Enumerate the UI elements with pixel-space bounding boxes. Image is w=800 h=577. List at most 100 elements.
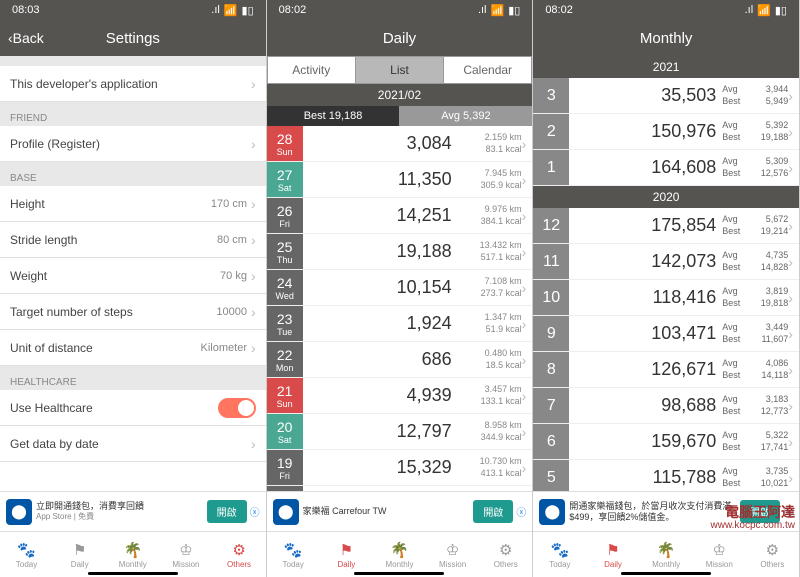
page-title: Daily xyxy=(383,30,416,47)
monthly-row[interactable]: 335,503Avg3,944Best5,949› xyxy=(533,78,799,114)
month-cell: 8 xyxy=(533,352,569,387)
ad-icon: ⬤ xyxy=(6,499,32,525)
step-total: 126,671 xyxy=(569,359,722,380)
monthly-row[interactable]: 10118,416Avg3,819Best19,818› xyxy=(533,280,799,316)
monthly-row[interactable]: 5115,788Avg3,735Best10,021› xyxy=(533,460,799,491)
monthly-row[interactable]: 1164,608Avg5,309Best12,576› xyxy=(533,150,799,186)
tab-monthly[interactable]: 🌴Monthly xyxy=(373,532,426,577)
ad-banner[interactable]: ⬤立即開通錢包，消費享回饋App Store | 免費開啟ⓧ xyxy=(0,491,266,531)
tab-today[interactable]: 🐾Today xyxy=(533,532,586,577)
tab-daily[interactable]: ⚑Daily xyxy=(586,532,639,577)
chevron-icon: › xyxy=(522,172,527,188)
date-cell: 28Sun xyxy=(267,126,303,161)
month-cell: 10 xyxy=(533,280,569,315)
step-total: 164,608 xyxy=(569,157,722,178)
stride-row[interactable]: Stride length80 cm› xyxy=(0,222,266,258)
status-bar: 08:02.ıl📶▮▯ xyxy=(267,0,533,20)
seg-calendar[interactable]: Calendar xyxy=(444,57,531,83)
month-cell: 12 xyxy=(533,208,569,243)
daily-row[interactable]: 24Wed10,1547.108 km273.7 kcal› xyxy=(267,270,533,306)
tab-others[interactable]: ⚙Others xyxy=(479,532,532,577)
page-title: Monthly xyxy=(640,30,693,47)
target-row[interactable]: Target number of steps10000› xyxy=(0,294,266,330)
daily-row[interactable]: 26Fri14,2519.976 km384.1 kcal› xyxy=(267,198,533,234)
tab-daily[interactable]: ⚑Daily xyxy=(53,532,106,577)
height-row[interactable]: Height170 cm› xyxy=(0,186,266,222)
date-cell: 27Sat xyxy=(267,162,303,197)
monthly-row[interactable]: 9103,471Avg3,449Best11,607› xyxy=(533,316,799,352)
date-cell: 21Sun xyxy=(267,378,303,413)
profile-row[interactable]: Profile (Register)› xyxy=(0,126,266,162)
chevron-icon: › xyxy=(788,254,793,270)
ad-open-button[interactable]: 開啟 xyxy=(473,500,513,523)
chevron-icon: › xyxy=(522,244,527,260)
distance-cal: 8.958 km344.9 kcal xyxy=(460,420,522,443)
step-total: 35,503 xyxy=(569,85,722,106)
date-cell: 19Fri xyxy=(267,450,303,485)
daily-row[interactable]: 28Sun3,0842.159 km83.1 kcal› xyxy=(267,126,533,162)
healthcare-toggle[interactable] xyxy=(218,398,256,418)
chevron-icon: › xyxy=(522,280,527,296)
step-count: 12,797 xyxy=(303,421,460,442)
monthly-row[interactable]: 2150,976Avg5,392Best19,188› xyxy=(533,114,799,150)
tab-others[interactable]: ⚙Others xyxy=(213,532,266,577)
tab-today[interactable]: 🐾Today xyxy=(267,532,320,577)
monthly-row[interactable]: 6159,670Avg5,322Best17,741› xyxy=(533,424,799,460)
tab-bar: 🐾Today ⚑Daily 🌴Monthly ♔Mission ⚙Others xyxy=(0,531,266,577)
step-count: 11,350 xyxy=(303,169,460,190)
unit-row[interactable]: Unit of distanceKilometer› xyxy=(0,330,266,366)
seg-list[interactable]: List xyxy=(356,57,444,83)
monthly-pane: 08:02.ıl📶▮▯ Monthly 2021 335,503Avg3,944… xyxy=(533,0,800,577)
monthly-row[interactable]: 12175,854Avg5,672Best19,214› xyxy=(533,208,799,244)
avg-best: Avg3,183Best12,773 xyxy=(722,394,788,417)
ad-open-button[interactable]: 開啟 xyxy=(207,500,247,523)
daily-row[interactable]: 21Sun4,9393.457 km133.1 kcal› xyxy=(267,378,533,414)
avg-best: Avg5,309Best12,576 xyxy=(722,156,788,179)
step-total: 150,976 xyxy=(569,121,722,142)
chevron-icon: › xyxy=(522,352,527,368)
distance-cal: 7.108 km273.7 kcal xyxy=(460,276,522,299)
tab-daily[interactable]: ⚑Daily xyxy=(320,532,373,577)
year-2020: 2020 xyxy=(533,186,799,208)
ad-banner[interactable]: ⬤家樂福 Carrefour TW開啟ⓧ xyxy=(267,491,533,531)
monthly-row[interactable]: 798,688Avg3,183Best12,773› xyxy=(533,388,799,424)
tab-bar: 🐾Today ⚑Daily 🌴Monthly ♔Mission ⚙Others xyxy=(533,531,799,577)
tab-today[interactable]: 🐾Today xyxy=(0,532,53,577)
monthly-row[interactable]: 8126,671Avg4,086Best14,118› xyxy=(533,352,799,388)
daily-row[interactable]: 27Sat11,3507.945 km305.9 kcal› xyxy=(267,162,533,198)
chevron-icon: › xyxy=(788,160,793,176)
ad-close-icon[interactable]: ⓧ xyxy=(516,504,526,519)
monthly-row[interactable]: 11142,073Avg4,735Best14,828› xyxy=(533,244,799,280)
step-count: 19,188 xyxy=(303,241,460,262)
daily-row[interactable]: 22Mon6860.480 km18.5 kcal› xyxy=(267,342,533,378)
get-data-row[interactable]: Get data by date› xyxy=(0,426,266,462)
distance-cal: 1.347 km51.9 kcal xyxy=(460,312,522,335)
ad-icon: ⬤ xyxy=(273,499,299,525)
daily-row[interactable]: 20Sat12,7978.958 km344.9 kcal› xyxy=(267,414,533,450)
tab-mission[interactable]: ♔Mission xyxy=(159,532,212,577)
month-cell: 9 xyxy=(533,316,569,351)
tab-mission[interactable]: ♔Mission xyxy=(426,532,479,577)
daily-row[interactable]: 25Thu19,18813.432 km517.1 kcal› xyxy=(267,234,533,270)
status-bar: 08:02.ıl📶▮▯ xyxy=(533,0,799,20)
tab-mission[interactable]: ♔Mission xyxy=(693,532,746,577)
dev-app-row[interactable]: This developer's application› xyxy=(0,66,266,102)
avg-best: Avg5,392Best19,188 xyxy=(722,120,788,143)
ad-close-icon[interactable]: ⓧ xyxy=(250,504,260,519)
back-button[interactable]: ‹ Back xyxy=(8,30,44,46)
tab-others[interactable]: ⚙Others xyxy=(746,532,799,577)
daily-row[interactable]: 23Tue1,9241.347 km51.9 kcal› xyxy=(267,306,533,342)
daily-row[interactable]: 19Fri15,32910.730 km413.1 kcal› xyxy=(267,450,533,486)
section-base: BASE xyxy=(0,162,266,186)
date-cell: 22Mon xyxy=(267,342,303,377)
tab-monthly[interactable]: 🌴Monthly xyxy=(640,532,693,577)
distance-cal: 7.945 km305.9 kcal xyxy=(460,168,522,191)
daily-list[interactable]: 28Sun3,0842.159 km83.1 kcal›27Sat11,3507… xyxy=(267,126,533,491)
chevron-icon: › xyxy=(788,124,793,140)
settings-content: This developer's application› FRIEND Pro… xyxy=(0,56,266,491)
seg-activity[interactable]: Activity xyxy=(268,57,356,83)
distance-cal: 9.976 km384.1 kcal xyxy=(460,204,522,227)
monthly-list[interactable]: 335,503Avg3,944Best5,949›2150,976Avg5,39… xyxy=(533,78,799,491)
weight-row[interactable]: Weight70 kg› xyxy=(0,258,266,294)
tab-monthly[interactable]: 🌴Monthly xyxy=(106,532,159,577)
